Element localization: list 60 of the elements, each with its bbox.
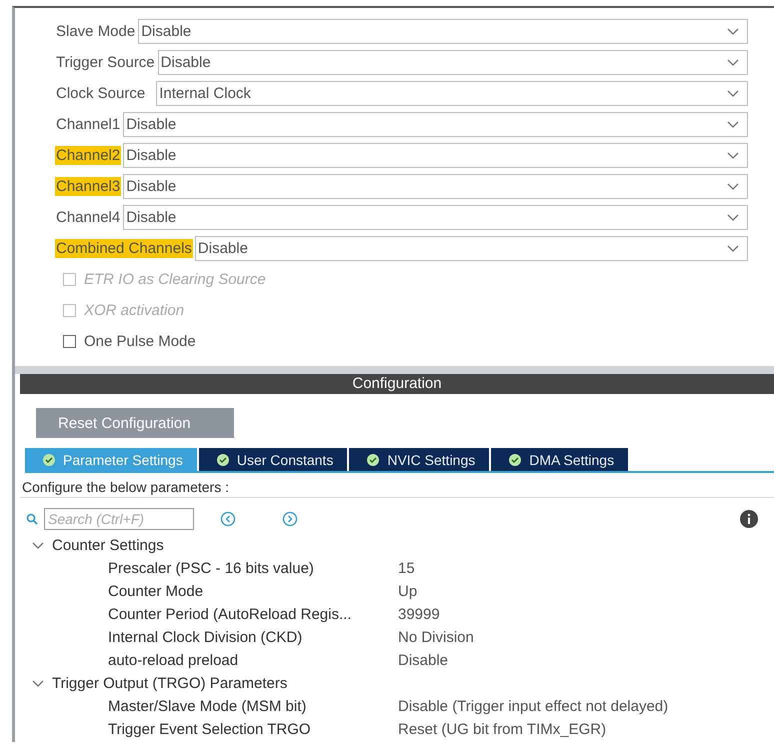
parameter-value[interactable]: 39999 — [398, 606, 774, 623]
dropdown[interactable]: Disable — [138, 19, 748, 44]
search-field[interactable]: Search (Ctrl+F) — [44, 508, 194, 530]
dropdown-caret-icon — [727, 58, 739, 66]
next-icon[interactable] — [282, 511, 298, 527]
parameter-name: Prescaler (PSC - 16 bits value) — [108, 560, 315, 577]
parameter-name: Counter Mode — [108, 583, 204, 600]
check-icon — [43, 454, 55, 466]
dropdown-caret-icon — [727, 120, 739, 128]
dropdown-caret-icon — [727, 214, 739, 222]
dropdown-caret-icon — [727, 152, 739, 160]
parameter-value[interactable]: Disable — [398, 652, 774, 669]
dropdown-caret-icon — [727, 244, 739, 252]
checkbox-label: ETR IO as Clearing Source — [84, 271, 266, 288]
dropdown[interactable]: Disable — [194, 236, 748, 261]
checkbox-label: XOR activation — [84, 302, 184, 319]
dropdown[interactable]: Internal Clock — [156, 81, 748, 106]
dropdown-caret-icon — [727, 90, 739, 98]
parameter-value[interactable]: Up — [398, 583, 774, 600]
info-icon[interactable] — [740, 510, 758, 528]
dropdown[interactable]: Disable — [123, 143, 748, 168]
checkbox[interactable] — [63, 335, 76, 348]
group-label: Counter Settings — [52, 537, 164, 554]
parameter-value[interactable]: Disable (Trigger input effect not delayed) — [398, 698, 774, 715]
field-label: Channel3 — [55, 177, 122, 196]
dropdown-caret-icon — [727, 182, 739, 190]
field-label: Channel2 — [55, 146, 122, 165]
checkbox-label: One Pulse Mode — [84, 333, 196, 350]
parameter-name: Internal Clock Division (CKD) — [108, 629, 304, 646]
previous-icon[interactable] — [220, 511, 236, 527]
collapse-caret-icon[interactable] — [32, 542, 44, 550]
field-label: Channel4 — [55, 208, 122, 227]
dropdown[interactable]: Disable — [123, 205, 748, 230]
tab[interactable]: DMA Settings — [491, 448, 628, 471]
check-icon — [367, 454, 380, 466]
section-header: Configuration — [20, 374, 774, 394]
check-icon — [216, 454, 229, 466]
field-label: Slave Mode — [55, 22, 136, 41]
parameter-name: auto-reload preload — [108, 652, 240, 669]
dropdown[interactable]: Disable — [123, 174, 748, 199]
field-label: Clock Source — [55, 84, 146, 103]
instruction-text: Configure the below parameters : — [20, 473, 774, 498]
search-icon — [26, 513, 38, 525]
tab[interactable]: User Constants — [198, 448, 348, 471]
parameter-name: Trigger Event Selection TRGO — [108, 721, 312, 738]
field-label: Trigger Source — [55, 53, 156, 72]
parameter-value[interactable]: 15 — [398, 560, 774, 577]
parameter-value[interactable]: No Division — [398, 629, 774, 646]
parameter-name: Counter Period (AutoReload Regis... — [108, 606, 352, 623]
dropdown[interactable]: Disable — [158, 50, 748, 75]
parameter-name: Master/Slave Mode (MSM bit) — [108, 698, 308, 715]
field-label: Combined Channels — [55, 239, 193, 258]
check-icon — [509, 454, 522, 466]
group-label: Trigger Output (TRGO) Parameters — [52, 675, 288, 692]
tab[interactable]: NVIC Settings — [349, 448, 490, 471]
collapse-caret-icon[interactable] — [32, 680, 44, 688]
dropdown[interactable]: Disable — [123, 112, 748, 137]
parameter-value[interactable]: Reset (UG bit from TIMx_EGR) — [398, 721, 774, 738]
field-label: Channel1 — [55, 115, 122, 134]
dropdown-caret-icon — [727, 28, 739, 36]
